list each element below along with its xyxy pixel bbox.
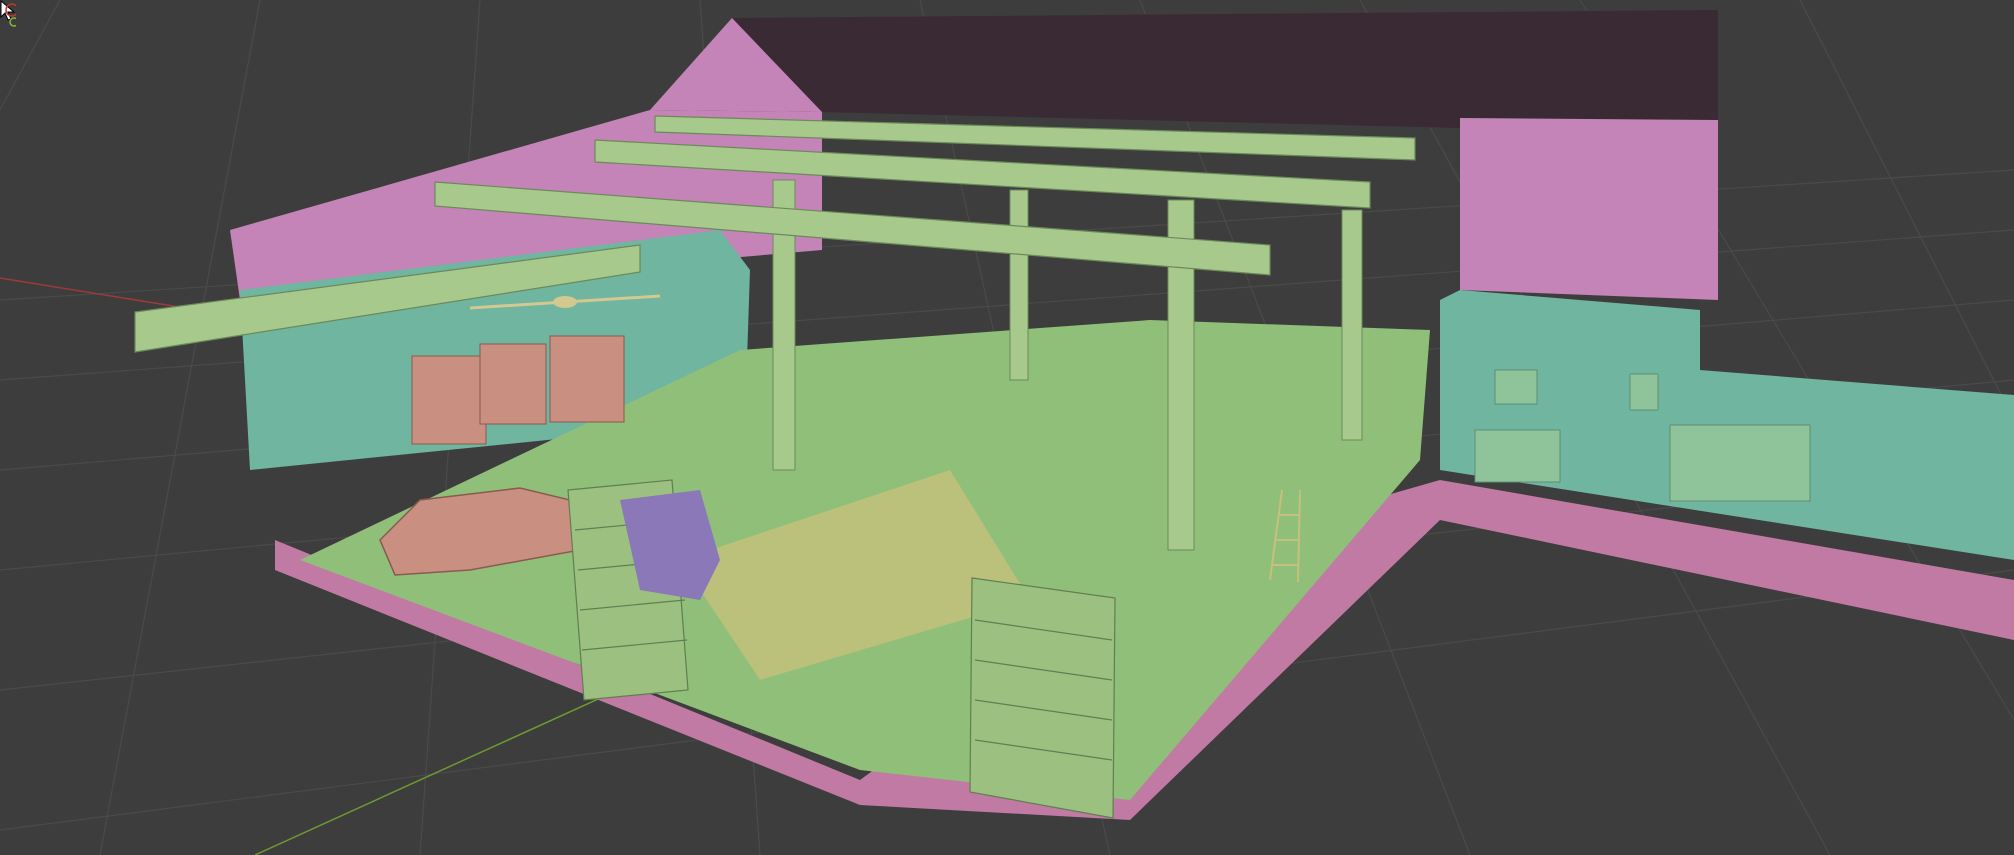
navigation-gizmo-icon[interactable] [0,0,16,30]
roof [732,10,1718,128]
3d-viewport[interactable] [0,0,2014,855]
viewport-canvas[interactable] [0,0,2014,855]
bookshelf-front [969,577,1116,819]
y-axis-line [254,679,641,855]
right-block-pink [1460,118,1718,300]
